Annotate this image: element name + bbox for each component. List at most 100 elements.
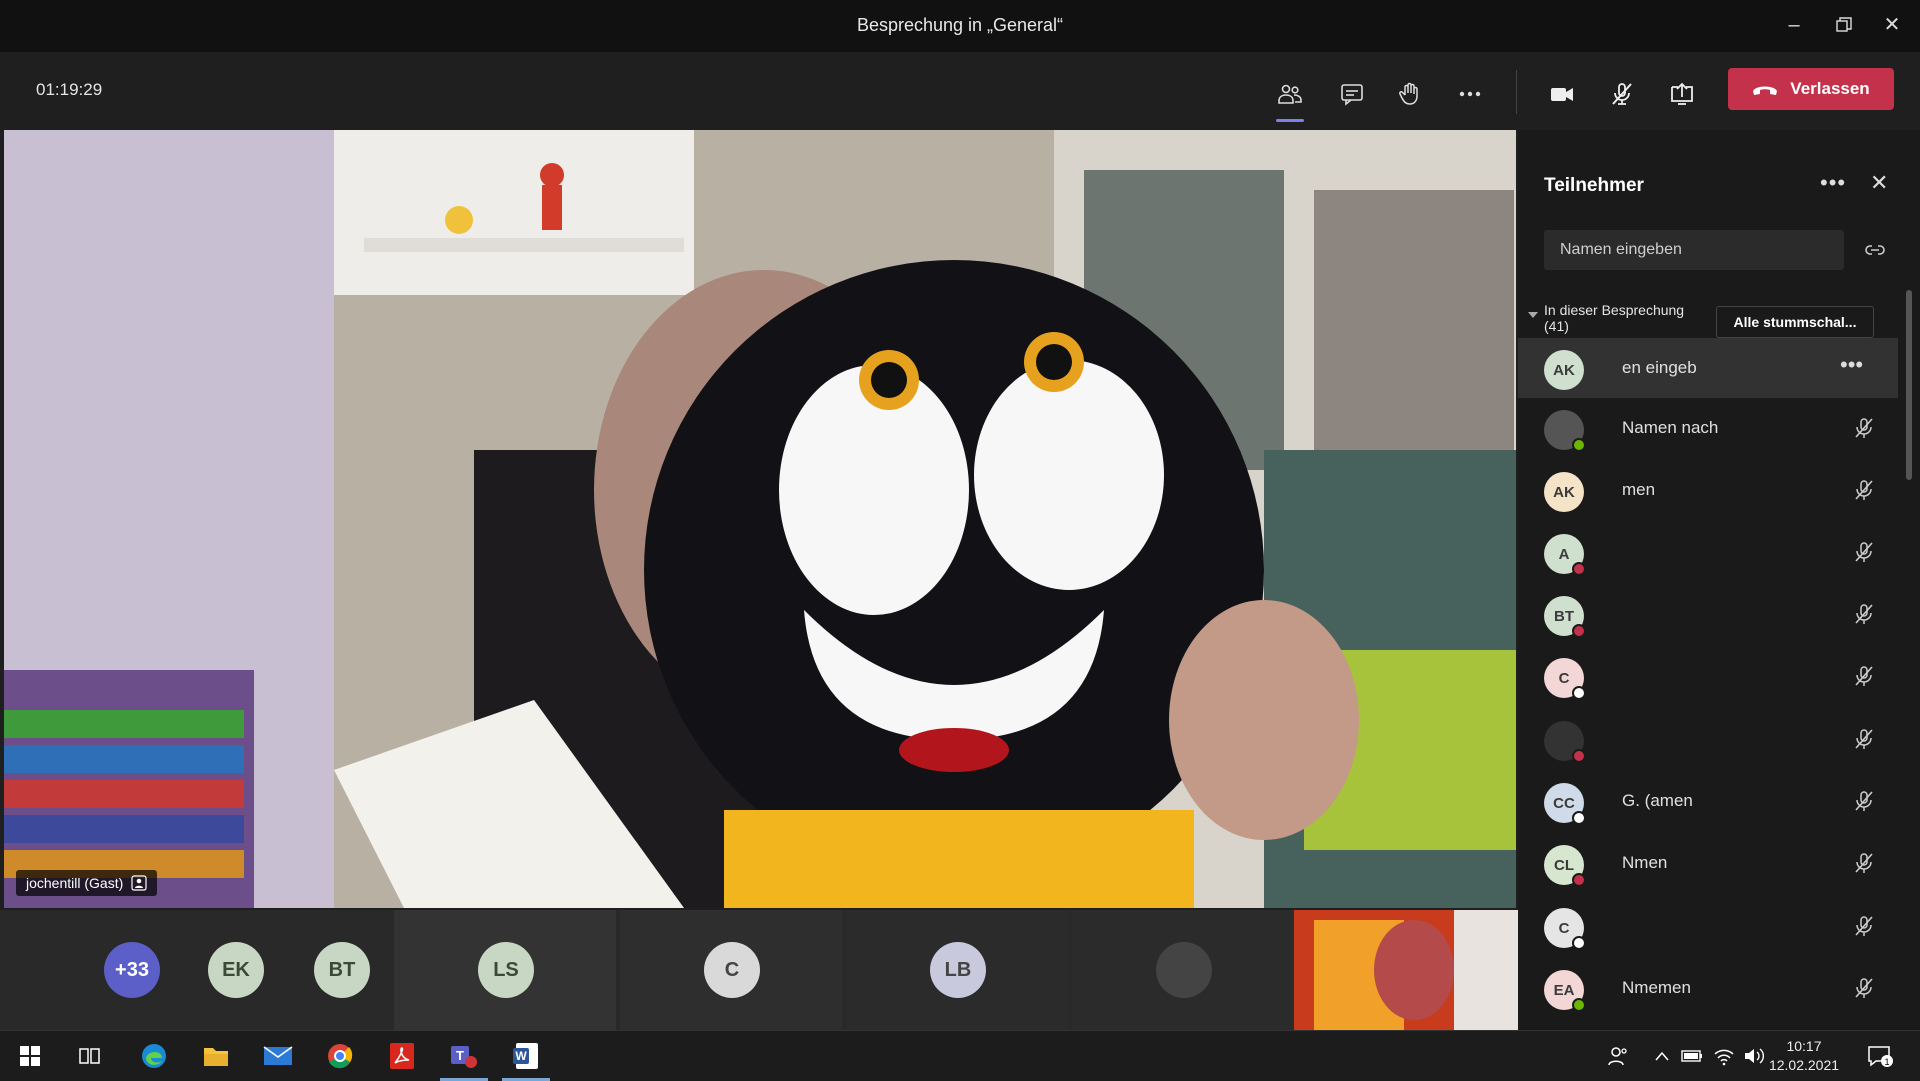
raise-hand-button[interactable]	[1388, 72, 1432, 116]
battery-button[interactable]	[1674, 1040, 1710, 1072]
share-invite-icon[interactable]	[1864, 240, 1886, 260]
window-title: Besprechung in „General“	[856, 15, 1064, 35]
participant-strip: +33 EK BT LS C LB	[0, 910, 1518, 1030]
mic-off-icon[interactable]	[1852, 851, 1876, 875]
strip-tile-c[interactable]: C	[620, 910, 842, 1030]
edge-button[interactable]	[136, 1040, 172, 1072]
participants-panel: Teilnehmer ••• ✕ In dieser Besprechung (…	[1518, 130, 1920, 1030]
leave-button[interactable]: Verlassen	[1728, 68, 1894, 110]
start-button[interactable]	[12, 1040, 48, 1072]
participant-row[interactable]: AK en eingeb •••	[1518, 338, 1898, 398]
avatar-ls: LS	[478, 942, 534, 998]
toolbar-divider	[1516, 70, 1517, 114]
participant-avatar: AK	[1544, 472, 1584, 512]
participant-name: men	[1622, 480, 1656, 499]
chat-button[interactable]	[1330, 72, 1374, 116]
avatar-lb: LB	[930, 942, 986, 998]
teams-button[interactable]: T	[440, 1040, 488, 1081]
windows-taskbar: T W 10:17 12.02.2021 1	[0, 1030, 1920, 1081]
avatar-blurred	[1156, 942, 1212, 998]
panel-close-button[interactable]: ✕	[1870, 170, 1888, 196]
overflow-avatar[interactable]: +33	[104, 942, 160, 998]
section-count: (41)	[1544, 318, 1569, 334]
task-view-icon	[79, 1048, 100, 1064]
acrobat-button[interactable]	[384, 1040, 420, 1072]
camera-button[interactable]	[1540, 72, 1584, 116]
avatar-c: C	[704, 942, 760, 998]
close-window-button[interactable]: ✕	[1872, 10, 1912, 40]
action-center-button[interactable]: 1	[1862, 1040, 1898, 1072]
participant-row[interactable]: C	[1518, 646, 1898, 706]
participants-button[interactable]	[1268, 72, 1312, 122]
participant-search-input[interactable]	[1544, 230, 1844, 270]
share-screen-button[interactable]	[1660, 72, 1704, 116]
people-button[interactable]	[1600, 1040, 1636, 1072]
minimize-button[interactable]: –	[1774, 10, 1814, 40]
mic-off-icon[interactable]	[1852, 976, 1876, 1000]
presence-status-icon	[1572, 936, 1586, 950]
restore-button[interactable]	[1824, 10, 1864, 40]
section-header[interactable]: In dieser Besprechung (41)	[1528, 302, 1685, 334]
main-video[interactable]: jochentill (Gast)	[4, 130, 1516, 908]
title-bar: Besprechung in „General“ – ✕	[0, 0, 1920, 53]
strip-tile-video[interactable]	[1294, 910, 1518, 1030]
avatar-ek[interactable]: EK	[208, 942, 264, 998]
participant-row[interactable]: Namen nach	[1518, 398, 1898, 458]
presence-status-icon	[1572, 562, 1586, 576]
mail-button[interactable]	[260, 1040, 296, 1072]
participant-row[interactable]: EA Nmemen	[1518, 958, 1898, 1018]
mic-off-icon[interactable]	[1852, 602, 1876, 626]
chrome-button[interactable]	[322, 1040, 358, 1072]
hang-up-icon	[1753, 86, 1778, 95]
chat-icon	[1341, 84, 1363, 106]
presence-status-icon	[1572, 749, 1586, 763]
strip-tile-lb[interactable]: LB	[846, 910, 1068, 1030]
participant-row[interactable]: A	[1518, 522, 1898, 582]
presence-status-icon	[1572, 998, 1586, 1012]
microphone-button[interactable]	[1600, 72, 1644, 116]
section-label: In dieser Besprechung	[1544, 302, 1685, 318]
presence-status-icon	[1572, 873, 1586, 887]
mic-off-icon[interactable]	[1852, 416, 1876, 440]
participant-row[interactable]: C	[1518, 896, 1898, 956]
system-clock[interactable]: 10:17 12.02.2021	[1764, 1037, 1844, 1075]
participant-name: en eingeb	[1622, 358, 1697, 377]
thumbnail-video	[1294, 910, 1518, 1030]
panel-scrollbar[interactable]	[1906, 290, 1912, 480]
task-view-button[interactable]	[72, 1040, 108, 1072]
panel-more-button[interactable]: •••	[1820, 170, 1846, 196]
mic-off-icon[interactable]	[1852, 789, 1876, 813]
meeting-timer: 01:19:29	[36, 80, 103, 99]
hand-icon	[1399, 82, 1418, 105]
strip-tile-avatars: +33 EK BT	[0, 910, 390, 1030]
more-actions-button[interactable]	[1448, 72, 1492, 116]
mic-off-icon[interactable]	[1852, 478, 1876, 502]
presence-status-icon	[1572, 438, 1586, 452]
presence-status-icon	[1572, 686, 1586, 700]
explorer-button[interactable]	[198, 1040, 234, 1072]
participant-row[interactable]	[1518, 709, 1898, 769]
participant-more-button[interactable]: •••	[1840, 352, 1863, 378]
participant-row[interactable]: CL Nmen	[1518, 833, 1898, 893]
participant-row[interactable]: BT	[1518, 584, 1898, 644]
video-name-tag: jochentill (Gast)	[16, 870, 158, 896]
avatar-bt[interactable]: BT	[314, 942, 370, 998]
guest-icon	[131, 875, 147, 891]
leave-label: Verlassen	[1790, 79, 1870, 98]
mic-off-icon[interactable]	[1852, 914, 1876, 938]
mute-all-button[interactable]: Alle stummschal...	[1716, 306, 1874, 338]
participant-row[interactable]: CC G. (amen	[1518, 771, 1898, 831]
strip-tile-blurred[interactable]	[1072, 910, 1294, 1030]
participant-row[interactable]: AK men	[1518, 460, 1898, 520]
mic-off-icon[interactable]	[1852, 540, 1876, 564]
word-button[interactable]: W	[502, 1040, 550, 1081]
participant-name: Nmen	[1622, 853, 1668, 872]
wifi-icon	[1714, 1049, 1734, 1066]
strip-tile-ls[interactable]: LS	[394, 910, 616, 1030]
acrobat-icon	[390, 1043, 414, 1069]
participant-avatar: AK	[1544, 350, 1584, 390]
participant-name: jochentill (Gast)	[26, 875, 124, 891]
mic-off-icon[interactable]	[1852, 727, 1876, 751]
panel-title: Teilnehmer	[1544, 175, 1644, 196]
mic-off-icon[interactable]	[1852, 664, 1876, 688]
